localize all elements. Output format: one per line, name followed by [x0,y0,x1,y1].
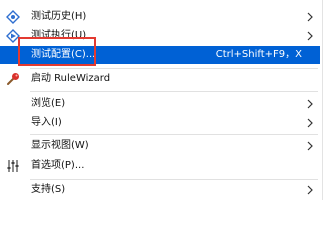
chevron-right-icon [306,29,314,43]
chevron-right-icon [306,97,314,111]
menu-item-label: 首选项(P)... [31,160,85,171]
context-menu: 测试历史(H) 测试执行(U) 测试配置(C)... Ctrl+Shift+F9… [0,0,330,200]
chevron-right-icon [306,116,314,130]
menu-item-preferences[interactable]: 首选项(P)... [0,157,320,175]
chevron-right-icon [306,183,314,197]
menu-item-test-history[interactable]: 测试历史(H) [0,8,320,26]
menu-separator [30,179,318,180]
menu-item-show-view[interactable]: 显示视图(W) [0,137,320,155]
menu-right-edge [322,0,323,200]
menu-separator [30,91,318,92]
chevron-right-icon [306,139,314,153]
rulewizard-icon [6,72,20,86]
menu-item-label: 显示视图(W) [31,140,89,151]
menu-item-browse[interactable]: 浏览(E) [0,95,320,113]
menu-item-support[interactable]: 支持(S) [0,181,320,199]
menu-item-shortcut: Ctrl+Shift+F9，X [215,49,302,60]
test-history-icon [6,10,20,24]
menu-separator [30,134,318,135]
preferences-icon [6,159,20,173]
menu-item-label: 测试历史(H) [31,11,87,22]
menu-item-launch-rulewizard[interactable]: 启动 RuleWizard [0,70,320,88]
red-highlight-box [18,37,96,66]
menu-item-label: 启动 RuleWizard [31,73,111,84]
menu-item-import[interactable]: 导入(I) [0,114,320,132]
menu-item-label: 支持(S) [31,184,66,195]
menu-separator [30,68,318,69]
menu-item-label: 浏览(E) [31,98,66,109]
chevron-right-icon [306,10,314,24]
menu-item-label: 导入(I) [31,117,62,128]
